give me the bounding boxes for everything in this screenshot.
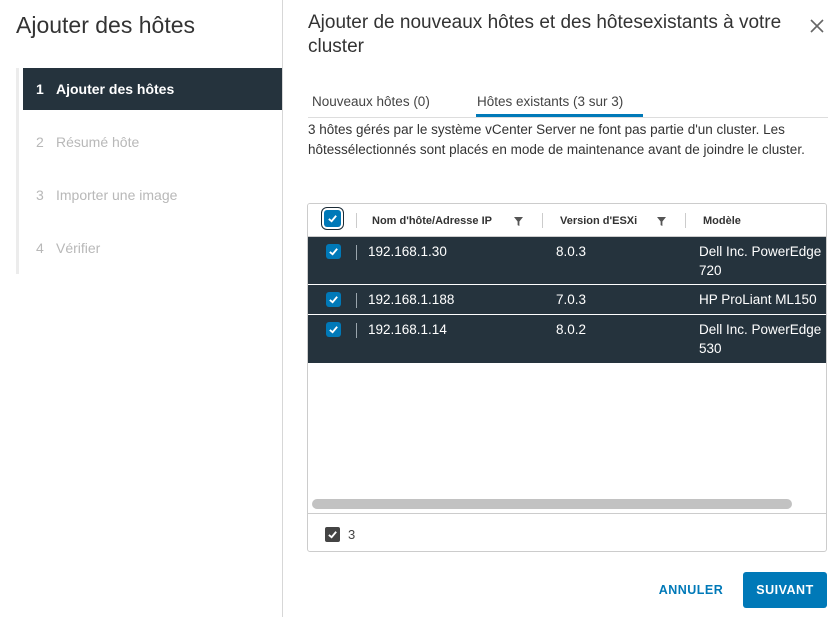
description-text: 3 hôtes gérés par le système vCenter Ser… [308, 122, 805, 157]
column-header-version[interactable]: Version d'ESXi [560, 204, 637, 237]
wizard-sidebar: Ajouter des hôtes 1 Ajouter des hôtes 2 … [0, 0, 283, 617]
horizontal-scrollbar[interactable] [312, 499, 792, 509]
step-label: Importer une image [56, 187, 178, 203]
checkmark-icon [328, 531, 337, 539]
column-separator [542, 213, 543, 228]
close-button[interactable] [810, 17, 824, 37]
checkmark-icon [329, 248, 338, 256]
cell-model: Dell Inc. PowerEdge 530 [699, 322, 822, 356]
step-label: Ajouter des hôtes [56, 81, 175, 97]
dialog-title: Ajouter de nouveaux hôtes et des hôtesex… [308, 12, 782, 57]
checkmark-icon [329, 296, 338, 304]
column-header-model[interactable]: Modèle [703, 204, 741, 237]
next-button[interactable]: SUIVANT [743, 572, 827, 608]
cell-host: 192.168.1.188 [368, 292, 455, 307]
cell-host: 192.168.1.30 [368, 244, 447, 259]
table-row[interactable]: 192.168.1.30 8.0.3 Dell Inc. PowerEdge 7… [308, 237, 826, 285]
wizard-steps: 1 Ajouter des hôtes 2 Résumé hôte 3 Impo… [16, 68, 283, 274]
datagrid-footer: 3 [308, 513, 826, 551]
selection-count: 3 [348, 527, 356, 542]
row-separator [356, 323, 357, 338]
column-header-host[interactable]: Nom d'hôte/Adresse IP [372, 204, 492, 237]
table-row[interactable]: 192.168.1.14 8.0.2 Dell Inc. PowerEdge 5… [308, 315, 826, 364]
cell-version: 8.0.2 [556, 322, 587, 337]
checkmark-icon [328, 215, 337, 223]
row-separator [356, 293, 357, 308]
column-separator [685, 213, 686, 228]
step-label: Vérifier [56, 240, 101, 256]
cell-version: 8.0.3 [556, 244, 587, 259]
tab-bar: Nouveaux hôtes (0) Hôtes existants (3 su… [308, 86, 828, 118]
datagrid-header: Nom d'hôte/Adresse IP Version d'ESXi Mod… [308, 204, 826, 237]
step-host-summary[interactable]: 2 Résumé hôte [23, 121, 282, 163]
active-tab-indicator [476, 114, 643, 117]
selection-count-checkbox [325, 527, 340, 542]
row-separator [356, 245, 357, 260]
cell-version: 7.0.3 [556, 292, 587, 307]
step-add-hosts[interactable]: 1 Ajouter des hôtes [23, 68, 282, 110]
column-separator [356, 213, 357, 228]
step-number: 2 [36, 134, 44, 150]
step-number: 4 [36, 240, 44, 256]
row-checkbox[interactable] [326, 244, 341, 259]
filter-icon[interactable] [514, 217, 523, 226]
cell-model: HP ProLiant ML150 [699, 292, 817, 307]
cell-model: Dell Inc. PowerEdge 720 [699, 244, 822, 278]
step-label: Résumé hôte [56, 134, 140, 150]
step-import-image[interactable]: 3 Importer une image [23, 174, 282, 216]
row-checkbox[interactable] [326, 322, 341, 337]
cell-host: 192.168.1.14 [368, 322, 447, 337]
datagrid-empty-area [308, 364, 826, 494]
sidebar-title: Ajouter des hôtes [16, 12, 196, 38]
filter-icon[interactable] [657, 217, 666, 226]
tab-new-hosts[interactable]: Nouveaux hôtes (0) [312, 94, 430, 109]
select-all-checkbox[interactable] [324, 210, 341, 227]
step-number: 1 [36, 81, 44, 97]
hosts-datagrid: Nom d'hôte/Adresse IP Version d'ESXi Mod… [307, 203, 827, 552]
row-checkbox[interactable] [326, 292, 341, 307]
step-review[interactable]: 4 Vérifier [23, 227, 282, 269]
cancel-button[interactable]: ANNULER [650, 572, 732, 608]
close-icon [810, 19, 824, 33]
step-number: 3 [36, 187, 44, 203]
checkmark-icon [329, 326, 338, 334]
table-row[interactable]: 192.168.1.188 7.0.3 HP ProLiant ML150 [308, 285, 826, 315]
